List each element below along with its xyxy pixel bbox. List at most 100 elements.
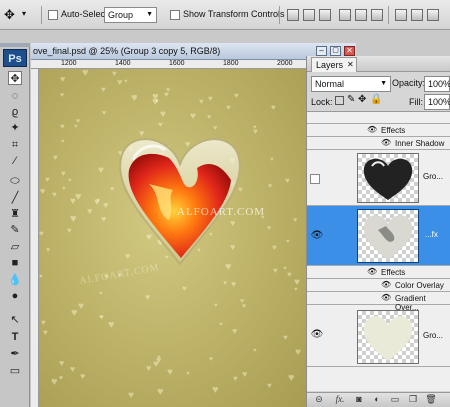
add-style-button[interactable]: fx. bbox=[331, 393, 349, 405]
layer-row[interactable]: 👁 Gro... bbox=[307, 305, 450, 367]
dodge-tool-icon[interactable]: ● bbox=[8, 289, 22, 303]
bokeh-heart-icon: ♥ bbox=[267, 381, 272, 390]
bokeh-heart-icon: ♥ bbox=[43, 328, 48, 337]
eye-icon[interactable]: 👁 bbox=[309, 230, 325, 241]
close-icon[interactable]: ✕ bbox=[347, 60, 354, 69]
bokeh-heart-icon: ♥ bbox=[128, 390, 134, 401]
bokeh-heart-icon: ♥ bbox=[226, 103, 231, 112]
glass-heart-thumbnail-icon bbox=[363, 215, 413, 260]
ruler-label: 1200 bbox=[61, 60, 77, 67]
auto-select-dropdown[interactable]: Group ▼ bbox=[104, 7, 157, 23]
show-transform-checkbox[interactable] bbox=[170, 10, 180, 20]
healing-brush-tool-icon[interactable]: ⬭ bbox=[8, 174, 22, 188]
ruler-label: 1800 bbox=[223, 60, 239, 67]
marquee-tool-icon[interactable]: ◌ bbox=[8, 89, 22, 103]
blend-mode-dropdown[interactable]: Normal ▼ bbox=[311, 76, 391, 92]
gradient-tool-icon[interactable]: ■ bbox=[8, 256, 22, 270]
layers-list[interactable]: 👁 Effects 👁 Inner Shadow Gro... 👁 ...fx … bbox=[307, 111, 450, 391]
eye-icon[interactable]: 👁 bbox=[381, 293, 391, 302]
chevron-down-icon: ▼ bbox=[380, 80, 387, 87]
move-tool-icon[interactable]: ✥ bbox=[4, 7, 15, 23]
clone-stamp-tool-icon[interactable]: ♜ bbox=[8, 207, 22, 221]
bokeh-heart-icon: ♥ bbox=[80, 371, 86, 381]
pen-tool-icon[interactable]: ✒ bbox=[8, 347, 22, 361]
fill-field[interactable]: 100% bbox=[424, 94, 450, 110]
bokeh-heart-icon: ♥ bbox=[61, 169, 66, 178]
bokeh-heart-icon: ♥ bbox=[232, 326, 238, 336]
distribute-top-icon[interactable] bbox=[395, 9, 407, 21]
bokeh-heart-icon: ♥ bbox=[157, 386, 164, 398]
lock-transparency-icon[interactable] bbox=[335, 96, 344, 105]
layer-row-selected[interactable]: 👁 ...fx bbox=[307, 206, 450, 266]
lock-position-icon[interactable]: ✥ bbox=[358, 94, 366, 105]
lock-image-icon[interactable]: ✎ bbox=[347, 94, 355, 105]
visibility-toggle[interactable] bbox=[310, 174, 320, 184]
bokeh-heart-icon: ♥ bbox=[146, 363, 152, 373]
tab-layers[interactable]: Layers ✕ bbox=[311, 57, 357, 72]
auto-select-checkbox[interactable] bbox=[48, 10, 58, 20]
auto-select-value: Group bbox=[108, 10, 134, 20]
eye-icon[interactable]: 👁 bbox=[381, 280, 391, 289]
crop-tool-icon[interactable]: ⌗ bbox=[8, 138, 22, 152]
brush-tool-icon[interactable]: ╱ bbox=[8, 191, 22, 205]
align-hcenter-icon[interactable] bbox=[355, 9, 367, 21]
blend-mode-value: Normal bbox=[315, 79, 345, 89]
align-bottom-icon[interactable] bbox=[319, 9, 331, 21]
bokeh-heart-icon: ♥ bbox=[62, 186, 66, 192]
effect-item-row[interactable]: 👁 Inner Shadow bbox=[307, 137, 450, 150]
blur-tool-icon[interactable]: 💧 bbox=[8, 273, 22, 287]
lasso-tool-icon[interactable]: ϱ bbox=[8, 105, 22, 119]
effect-item-row[interactable]: 👁 Color Overlay bbox=[307, 279, 450, 292]
dark-heart-thumbnail-icon bbox=[363, 158, 413, 200]
bokeh-heart-icon: ♥ bbox=[99, 291, 103, 297]
adjustment-layer-icon[interactable]: ◐ bbox=[371, 393, 383, 405]
bokeh-heart-icon: ♥ bbox=[167, 367, 173, 378]
eraser-tool-icon[interactable]: ▱ bbox=[8, 240, 22, 254]
effects-row[interactable]: 👁 Effects bbox=[307, 124, 450, 137]
path-selection-tool-icon[interactable]: ↖ bbox=[8, 313, 22, 327]
new-group-icon[interactable]: ▭ bbox=[389, 393, 401, 405]
add-mask-icon[interactable]: ◙ bbox=[353, 393, 365, 405]
align-right-icon[interactable] bbox=[371, 9, 383, 21]
eye-icon[interactable]: 👁 bbox=[381, 138, 391, 147]
eye-icon[interactable]: 👁 bbox=[367, 125, 377, 134]
divider bbox=[41, 6, 42, 24]
eye-icon[interactable]: 👁 bbox=[309, 329, 325, 340]
magic-wand-tool-icon[interactable]: ✦ bbox=[8, 121, 22, 135]
maximize-icon[interactable]: ▢ bbox=[330, 46, 341, 56]
bokeh-heart-icon: ♥ bbox=[233, 374, 238, 383]
distribute-bottom-icon[interactable] bbox=[427, 9, 439, 21]
history-brush-tool-icon[interactable]: ✎ bbox=[8, 223, 22, 237]
layer-partial-row[interactable] bbox=[307, 112, 450, 124]
effect-item-row[interactable]: 👁 Gradient Over... bbox=[307, 292, 450, 312]
layers-panel: Layers ✕ Normal ▼ Opacity: 100% Lock: ✎ … bbox=[306, 56, 450, 407]
bokeh-heart-icon: ♥ bbox=[61, 139, 65, 145]
eyedropper-tool-icon[interactable]: ⁄ bbox=[8, 154, 22, 168]
close-icon[interactable]: ✕ bbox=[344, 46, 355, 56]
delete-layer-icon[interactable]: 🗑 bbox=[425, 393, 437, 405]
effects-row[interactable]: 👁 Effects bbox=[307, 266, 450, 279]
new-layer-icon[interactable]: ❐ bbox=[407, 393, 419, 405]
type-tool-icon[interactable]: T bbox=[8, 330, 22, 344]
shape-tool-icon[interactable]: ▭ bbox=[8, 364, 22, 378]
opacity-field[interactable]: 100% bbox=[424, 76, 450, 92]
tools-panel-grip[interactable] bbox=[0, 43, 30, 47]
align-vcenter-icon[interactable] bbox=[303, 9, 315, 21]
eye-icon[interactable]: 👁 bbox=[367, 267, 377, 276]
link-layers-icon[interactable]: ⊝ bbox=[313, 393, 325, 405]
layer-row[interactable]: Gro... bbox=[307, 150, 450, 206]
distribute-vcenter-icon[interactable] bbox=[411, 9, 423, 21]
tool-preset-arrow-icon[interactable]: ▾ bbox=[22, 9, 26, 18]
bokeh-heart-icon: ♥ bbox=[208, 94, 213, 103]
lock-all-icon[interactable]: 🔒 bbox=[370, 94, 382, 105]
minimize-icon[interactable]: – bbox=[316, 46, 327, 56]
align-left-icon[interactable] bbox=[339, 9, 351, 21]
move-tool-icon[interactable]: ✥ bbox=[8, 71, 22, 85]
layer-fx-indicator[interactable]: ...fx bbox=[425, 230, 438, 239]
tab-layers-label: Layers bbox=[316, 60, 344, 70]
document-canvas[interactable]: ♥ ♥ ♥ ♥ ♥ ♥ ♥ ♥ ♥ ♥ ♥ ♥ ♥ ♥ ♥ ♥ ♥ ♥ ♥ ♥ ♥ ♥ ♥ ♥ ♥ ♥ ♥ ♥ ♥ ♥ ♥ ♥ ♥ ♥ ♥ ♥ ♥ ♥ ♥ ♥… bbox=[39, 69, 306, 407]
bokeh-heart-icon: ♥ bbox=[67, 226, 72, 235]
align-top-icon[interactable] bbox=[287, 9, 299, 21]
bokeh-heart-icon: ♥ bbox=[99, 314, 104, 321]
bokeh-heart-icon: ♥ bbox=[75, 191, 82, 203]
